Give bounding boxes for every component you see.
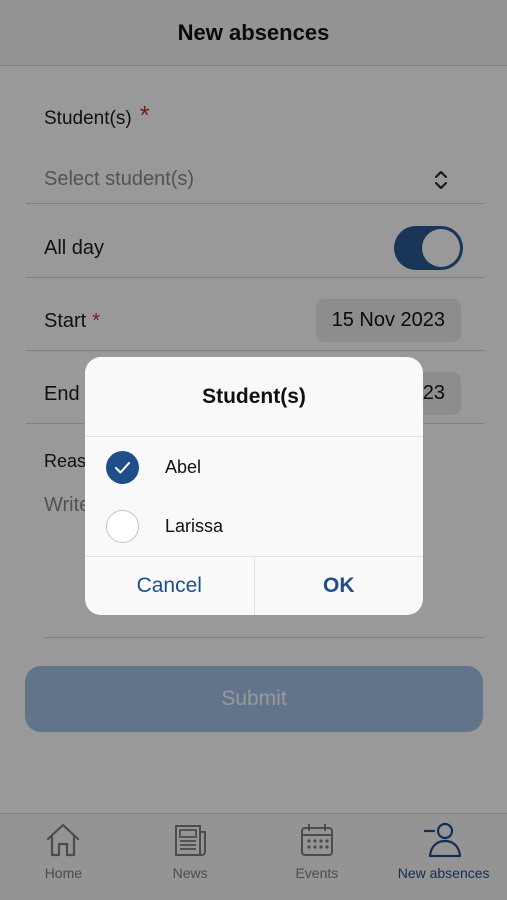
- unchecked-radio-icon[interactable]: [106, 509, 139, 543]
- option-label: Larissa: [165, 515, 224, 536]
- student-option-abel[interactable]: Abel: [85, 438, 423, 496]
- dialog-title: Student(s): [85, 357, 423, 437]
- dialog-buttons: Cancel OK: [85, 556, 423, 615]
- student-option-larissa[interactable]: Larissa: [85, 497, 423, 555]
- student-picker-dialog: Student(s) Abel Larissa Cancel OK: [85, 357, 423, 615]
- option-label: Abel: [165, 456, 202, 477]
- cancel-button[interactable]: Cancel: [85, 557, 255, 615]
- checked-radio-icon[interactable]: [106, 450, 139, 484]
- checkmark-icon: [115, 461, 130, 473]
- ok-button[interactable]: OK: [255, 557, 424, 615]
